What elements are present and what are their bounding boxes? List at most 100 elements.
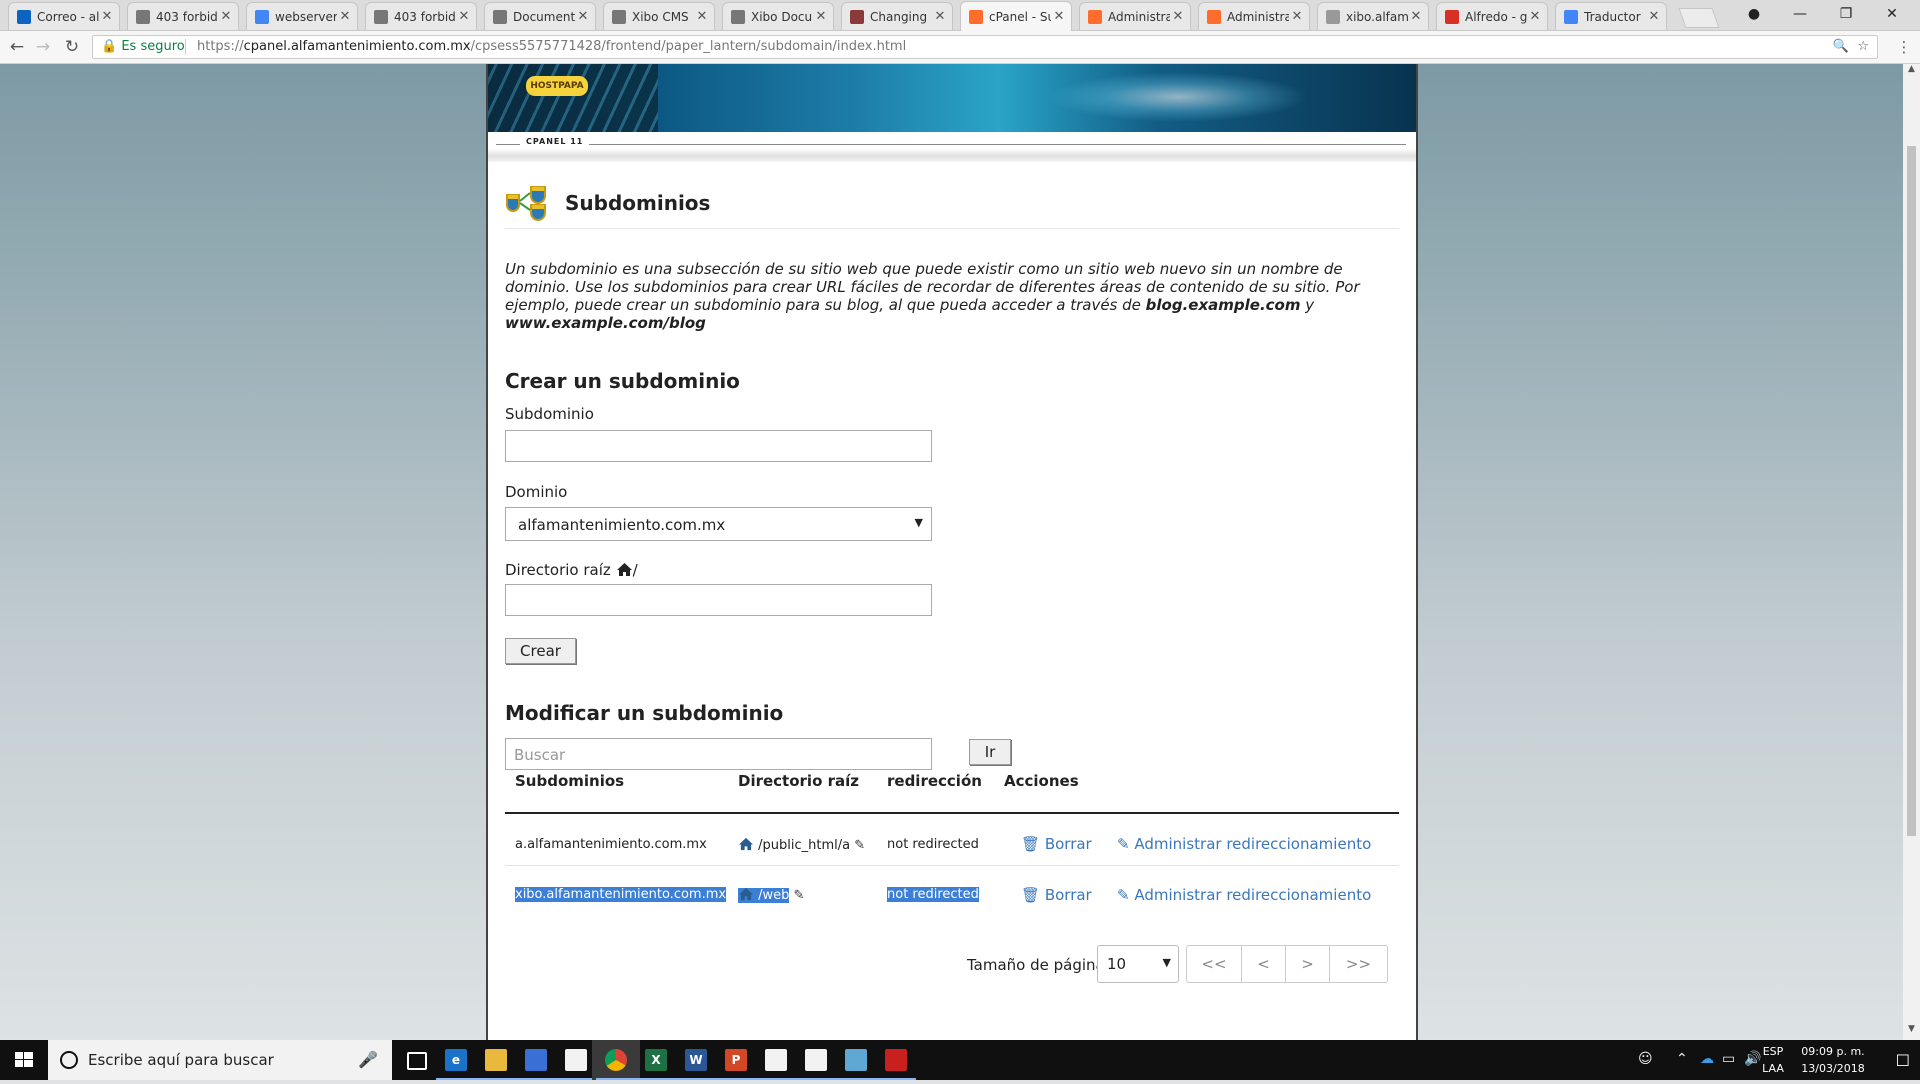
go-button[interactable]: Ir	[969, 739, 1011, 765]
close-tab-icon[interactable]: ✕	[575, 9, 591, 24]
manage-redirect-link[interactable]: ✎ Administrar redireccionamiento	[1117, 835, 1371, 853]
page-scrollbar[interactable]: ▲ ▼	[1903, 64, 1920, 1040]
close-tab-icon[interactable]: ✕	[813, 9, 829, 24]
close-tab-icon[interactable]: ✕	[1646, 9, 1662, 24]
intro-paragraph: Un subdominio es una subsección de su si…	[505, 260, 1390, 332]
browser-tab-title: Administra	[1108, 9, 1170, 24]
forward-icon[interactable]: →	[31, 36, 55, 58]
browser-tab[interactable]: Traductor ✕	[1555, 2, 1667, 30]
browser-tab[interactable]: Alfredo - g ✕	[1436, 2, 1548, 30]
start-button[interactable]	[0, 1040, 48, 1080]
row-docroot-selection: /web	[738, 887, 790, 903]
browser-tab-title: Xibo Docu	[751, 9, 813, 24]
profile-icon[interactable]: ●	[1731, 0, 1777, 28]
browser-tab[interactable]: Correo - al ✕	[8, 2, 120, 30]
row-redirection: not redirected	[887, 887, 979, 902]
domain-select[interactable]: alfamantenimiento.com.mx ▼	[505, 507, 932, 541]
delete-link[interactable]: 🗑 Borrar	[1021, 835, 1092, 853]
chevron-down-icon: ▼	[1162, 956, 1171, 969]
url-text[interactable]: https://cpanel.alfamantenimiento.com.mx/…	[197, 36, 906, 58]
zoom-icon[interactable]: 🔍	[1833, 36, 1849, 58]
close-tab-icon[interactable]: ✕	[456, 9, 472, 24]
address-bar[interactable]: 🔒 Es seguro https://cpanel.alfamantenimi…	[92, 35, 1878, 59]
browser-tab[interactable]: Xibo Docu ✕	[722, 2, 834, 30]
row-docroot-path[interactable]: /web	[758, 888, 789, 903]
taskbar-clock[interactable]: 09:09 p. m. 13/03/2018	[1798, 1043, 1868, 1077]
bookmark-star-icon[interactable]: ☆	[1857, 36, 1869, 58]
browser-tab-title: 403 forbidd	[156, 9, 218, 24]
browser-tab[interactable]: cPanel - Su ✕	[960, 1, 1072, 31]
browser-tab[interactable]: 403 forbidd✕	[127, 2, 239, 30]
col-header-redirection[interactable]: redirección	[887, 772, 982, 790]
subdomain-input[interactable]	[505, 430, 932, 462]
reload-icon[interactable]: ↻	[60, 36, 84, 58]
minimize-button[interactable]: —	[1777, 0, 1823, 28]
browser-tab[interactable]: webserver ✕	[246, 2, 358, 30]
scroll-down-icon[interactable]: ▼	[1903, 1024, 1920, 1040]
microphone-icon[interactable]: 🎤	[358, 1050, 378, 1069]
row-docroot[interactable]: /public_html/a ✎	[738, 837, 865, 853]
lang-line2: LAA	[1762, 1062, 1784, 1075]
browser-menu-icon[interactable]: ⋮	[1892, 36, 1916, 58]
close-tab-icon[interactable]: ✕	[1051, 9, 1067, 24]
browser-tab-title: 403 forbidd	[394, 9, 456, 24]
close-window-button[interactable]: ✕	[1869, 0, 1915, 28]
banner-glow-graphic	[1048, 72, 1308, 122]
browser-tab[interactable]: xibo.alfam ✕	[1317, 2, 1429, 30]
action-center-icon[interactable]: ☐	[1896, 1051, 1910, 1070]
docroot-input[interactable]	[505, 584, 932, 616]
browser-tab[interactable]: 403 forbidd✕	[365, 2, 477, 30]
row-docroot[interactable]: /web ✎	[738, 887, 804, 903]
pencil-icon[interactable]: ✎	[794, 888, 805, 903]
onedrive-icon[interactable]: ☁	[1700, 1051, 1714, 1067]
browser-tab[interactable]: Administra ✕	[1198, 2, 1310, 30]
close-tab-icon[interactable]: ✕	[337, 9, 353, 24]
prev-page-button[interactable]: <	[1242, 946, 1286, 982]
row-divider	[505, 865, 1399, 866]
url-path: /cpsess5575771428/frontend/paper_lantern…	[470, 39, 907, 54]
pencil-icon[interactable]: ✎	[854, 838, 865, 853]
hostpapa-logo[interactable]: HOSTPAPA	[526, 76, 588, 96]
close-tab-icon[interactable]: ✕	[932, 9, 948, 24]
people-icon[interactable]: ☺	[1638, 1051, 1653, 1067]
show-hidden-icons[interactable]: ⌃	[1676, 1051, 1688, 1067]
back-icon[interactable]: ←	[5, 36, 29, 58]
close-tab-icon[interactable]: ✕	[1408, 9, 1424, 24]
close-tab-icon[interactable]: ✕	[694, 9, 710, 24]
col-header-docroot[interactable]: Directorio raíz	[738, 772, 859, 790]
browser-tab[interactable]: Administra ✕	[1079, 2, 1191, 30]
lock-icon: 🔒	[101, 39, 118, 54]
close-tab-icon[interactable]: ✕	[99, 9, 115, 24]
close-tab-icon[interactable]: ✕	[218, 9, 234, 24]
create-button[interactable]: Crear	[505, 638, 576, 664]
browser-tab[interactable]: Xibo CMS ✕	[603, 2, 715, 30]
input-language[interactable]: ESP LAA	[1758, 1043, 1788, 1077]
scrollbar-thumb[interactable]	[1907, 146, 1916, 836]
col-header-subdomains[interactable]: Subdominios	[515, 772, 624, 790]
url-host: cpanel.alfamantenimiento.com.mx	[243, 39, 471, 54]
browser-tab[interactable]: Document ✕	[484, 2, 596, 30]
docroot-label: Directorio raíz	[505, 561, 611, 579]
manage-redirect-link[interactable]: ✎ Administrar redireccionamiento	[1117, 886, 1371, 904]
secure-indicator[interactable]: 🔒 Es seguro	[101, 36, 185, 58]
taskbar-search-box[interactable]: Escribe aquí para buscar 🎤	[48, 1040, 392, 1080]
first-page-button[interactable]: <<	[1187, 946, 1242, 982]
close-tab-icon[interactable]: ✕	[1527, 9, 1543, 24]
clock-time: 09:09 p. m.	[1801, 1045, 1865, 1058]
search-input[interactable]: Buscar	[505, 738, 932, 770]
windows-taskbar: Escribe aquí para buscar 🎤 eXWP ☺ ⌃ ☁ ▭ …	[0, 1040, 1920, 1080]
next-page-button[interactable]: >	[1286, 946, 1330, 982]
delete-link[interactable]: 🗑 Borrar	[1021, 886, 1092, 904]
page-size-select[interactable]: 10 ▼	[1097, 945, 1179, 983]
browser-tab-title: Correo - al	[37, 9, 99, 24]
taskbar-app[interactable]	[872, 1040, 920, 1080]
browser-tab[interactable]: Changing ✕	[841, 2, 953, 30]
scroll-up-icon[interactable]: ▲	[1903, 64, 1920, 80]
network-icon[interactable]: ▭	[1722, 1051, 1735, 1067]
last-page-button[interactable]: >>	[1330, 946, 1387, 982]
row-docroot-path[interactable]: /public_html/a	[758, 838, 850, 853]
close-tab-icon[interactable]: ✕	[1289, 9, 1305, 24]
restore-button[interactable]: ❐	[1823, 0, 1869, 28]
new-tab-button[interactable]	[1678, 8, 1720, 28]
close-tab-icon[interactable]: ✕	[1170, 9, 1186, 24]
